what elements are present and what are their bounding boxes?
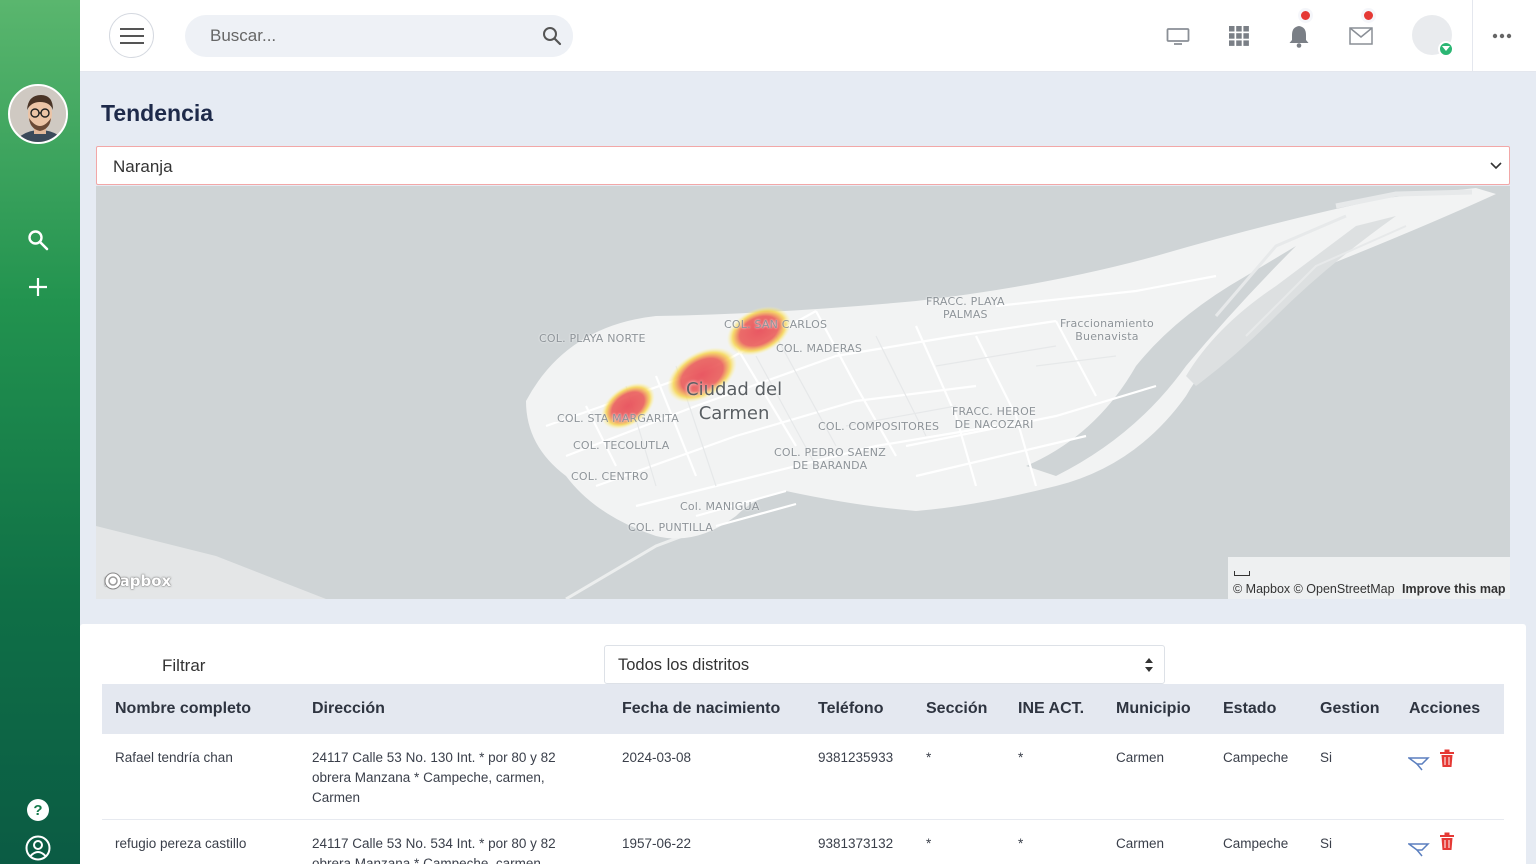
- district-select-value: Todos los distritos: [618, 656, 750, 674]
- cell-telefono: 9381235933: [818, 750, 894, 765]
- route-select-value: Naranja: [113, 157, 173, 176]
- map-label: FRACC. HEROE DE NACOZARI: [952, 405, 1037, 431]
- sidebar: ?: [0, 0, 80, 864]
- route-select[interactable]: Naranja: [96, 146, 1510, 185]
- grid-icon[interactable]: [1224, 21, 1254, 51]
- column-header[interactable]: Municipio: [1116, 700, 1191, 718]
- cell-ine: *: [1018, 750, 1024, 765]
- search-icon: [543, 27, 562, 46]
- user-menu[interactable]: [1412, 15, 1454, 57]
- map-label: COL. PLAYA NORTE: [539, 332, 646, 345]
- page-title: Tendencia: [101, 100, 214, 126]
- view-icon[interactable]: [1406, 842, 1430, 863]
- chevron-down-icon: [1438, 41, 1454, 57]
- notification-dot: [1298, 8, 1313, 23]
- plus-icon[interactable]: [24, 273, 52, 301]
- map-attribution: © Mapbox © OpenStreetMap Improve this ma…: [1228, 557, 1510, 599]
- cell-gestion: Si: [1320, 836, 1333, 851]
- column-header[interactable]: Dirección: [312, 700, 385, 718]
- cell-seccion: *: [926, 750, 932, 765]
- district-select[interactable]: Todos los distritos: [604, 645, 1165, 684]
- mapbox-logo[interactable]: mapbox: [104, 572, 171, 590]
- cell-telefono: 9381373132: [818, 836, 894, 851]
- avatar[interactable]: [8, 84, 68, 144]
- map-label: COL. PUNTILLA: [628, 521, 713, 534]
- cell-estado: Campeche: [1223, 750, 1289, 765]
- svg-text:?: ?: [33, 802, 42, 819]
- cell-nombre: Rafael tendría chan: [115, 750, 233, 765]
- map-scale: [1234, 571, 1250, 576]
- bell-icon[interactable]: [1284, 21, 1314, 51]
- mail-icon[interactable]: [1346, 21, 1376, 51]
- search-input[interactable]: [185, 15, 535, 57]
- column-header[interactable]: Sección: [926, 700, 987, 718]
- map-label: Col. MANIGUA: [680, 500, 760, 513]
- attribution-text[interactable]: © Mapbox © OpenStreetMap: [1233, 582, 1395, 596]
- map-label: Fraccionamiento Buenavista: [1060, 317, 1154, 343]
- results-panel: Filtrar Todos los distritos Nombre compl…: [80, 624, 1526, 864]
- delete-icon[interactable]: [1439, 749, 1455, 773]
- column-header[interactable]: Gestion: [1320, 700, 1380, 718]
- map[interactable]: COL. PLAYA NORTE COL. SAN CARLOS COL. MA…: [96, 186, 1510, 599]
- more-icon[interactable]: [1488, 22, 1516, 50]
- cell-direccion: 24117 Calle 53 No. 130 Int. * por 80 y 8…: [312, 750, 556, 805]
- cell-estado: Campeche: [1223, 836, 1289, 851]
- monitor-icon[interactable]: [1163, 21, 1193, 51]
- column-header[interactable]: Nombre completo: [115, 700, 251, 718]
- cell-municipio: Carmen: [1116, 750, 1165, 765]
- map-label: COL. PEDRO SAENZ DE BARANDA: [774, 446, 886, 472]
- cell-seccion: *: [926, 836, 932, 851]
- column-header[interactable]: Teléfono: [818, 700, 883, 718]
- cell-municipio: Carmen: [1116, 836, 1165, 851]
- cell-ine: *: [1018, 836, 1024, 851]
- map-label: FRACC. PLAYA PALMAS: [926, 295, 1005, 321]
- table-row: refugio pereza castillo 24117 Calle 53 N…: [102, 820, 1504, 864]
- search-icon[interactable]: [24, 226, 52, 254]
- column-header[interactable]: Acciones: [1409, 700, 1480, 718]
- map-label: COL. SAN CARLOS: [724, 318, 828, 331]
- mail-notification-dot: [1361, 8, 1376, 23]
- topbar: [80, 0, 1536, 72]
- search-button[interactable]: [531, 15, 573, 57]
- menu-button[interactable]: [109, 13, 154, 58]
- cell-gestion: Si: [1320, 750, 1333, 765]
- map-label: COL. CENTRO: [571, 470, 649, 483]
- cell-direccion: 24117 Calle 53 No. 534 Int. * por 80 y 8…: [312, 836, 556, 864]
- chevron-down-icon: [1490, 162, 1502, 170]
- divider: [1472, 0, 1473, 72]
- cell-nombre: refugio pereza castillo: [115, 836, 247, 851]
- map-label: COL. STA MARGARITA: [557, 412, 679, 425]
- view-icon[interactable]: [1406, 756, 1430, 777]
- table-header: Nombre completo Dirección Fecha de nacim…: [102, 684, 1504, 734]
- menu-icon: [119, 27, 144, 44]
- account-icon[interactable]: [24, 834, 52, 862]
- cell-fecha: 1957-06-22: [622, 836, 692, 851]
- sort-arrows-icon: [1145, 658, 1153, 672]
- filter-label: Filtrar: [162, 656, 206, 675]
- map-label: COL. TECOLUTLA: [573, 439, 670, 452]
- map-city-label: Ciudad del Carmen: [686, 379, 783, 424]
- cell-fecha: 2024-03-08: [622, 750, 692, 765]
- delete-icon[interactable]: [1439, 832, 1455, 856]
- column-header[interactable]: INE ACT.: [1018, 700, 1084, 718]
- map-label: COL. COMPOSITORES: [818, 420, 940, 433]
- table-row: Rafael tendría chan 24117 Calle 53 No. 1…: [102, 734, 1504, 820]
- improve-map-link[interactable]: Improve this map: [1402, 582, 1506, 596]
- map-canvas: [96, 188, 1496, 599]
- help-icon[interactable]: ?: [24, 796, 52, 824]
- column-header[interactable]: Estado: [1223, 700, 1276, 718]
- column-header[interactable]: Fecha de nacimiento: [622, 700, 780, 718]
- map-label: COL. MADERAS: [776, 342, 863, 355]
- search-box: [185, 15, 573, 57]
